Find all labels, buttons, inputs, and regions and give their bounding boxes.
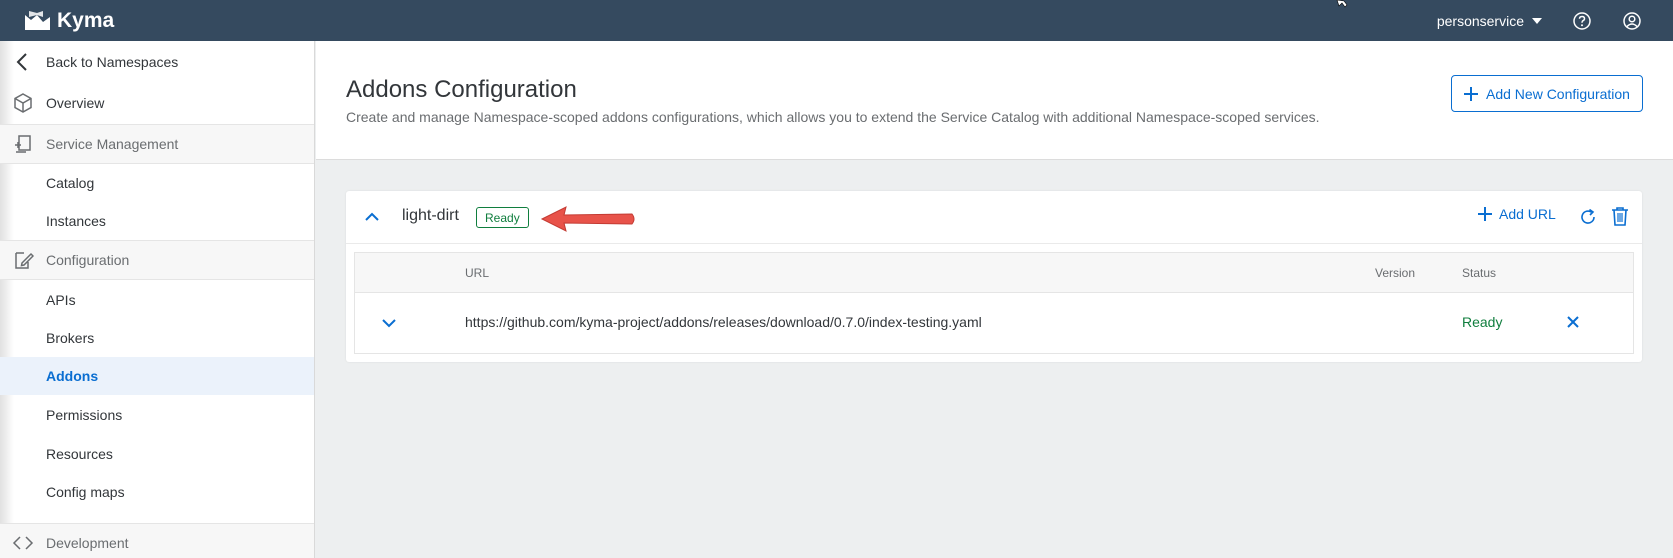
back-to-namespaces-link[interactable]: Back to Namespaces	[0, 41, 314, 82]
chevron-left-icon	[16, 52, 27, 71]
sidebar-item-addons[interactable]: Addons	[0, 357, 314, 395]
sidebar-item-label: Overview	[46, 95, 105, 111]
column-header-status: Status	[1462, 266, 1497, 280]
sidebar: Back to Namespaces Overview Service Mana…	[0, 41, 315, 558]
brand-title: Kyma	[57, 8, 115, 32]
sidebar-item-permissions[interactable]: Permissions	[0, 396, 314, 434]
column-header-version: Version	[1375, 266, 1416, 280]
refresh-icon[interactable]	[1578, 207, 1598, 227]
sidebar-item-label: Addons	[46, 368, 99, 384]
add-new-configuration-label: Add New Configuration	[1486, 85, 1630, 102]
table-row: https://github.com/kyma-project/addons/r…	[355, 293, 1633, 353]
edit-document-icon	[15, 252, 34, 269]
service-management-icon	[15, 135, 31, 153]
sidebar-item-label: APIs	[46, 291, 76, 308]
overview-icon	[14, 93, 32, 113]
chevron-down-icon[interactable]	[379, 313, 399, 333]
plus-icon	[1478, 207, 1492, 221]
sidebar-group-service-management[interactable]: Service Management	[0, 124, 314, 164]
column-header-url: URL	[465, 266, 490, 280]
configuration-name: light-dirt	[402, 207, 459, 224]
page-description: Create and manage Namespace-scoped addon…	[346, 109, 1320, 125]
plus-icon	[1464, 86, 1478, 101]
annotation-arrow-icon	[540, 206, 635, 232]
table-header: URL Version Status	[355, 253, 1633, 293]
add-new-configuration-button[interactable]: Add New Configuration	[1451, 75, 1643, 112]
mouse-cursor-icon	[1336, 0, 1348, 8]
chevron-up-icon[interactable]	[362, 207, 382, 227]
sidebar-group-label: Configuration	[46, 252, 130, 268]
sidebar-group-label: Service Management	[46, 136, 179, 152]
sidebar-item-brokers[interactable]: Brokers	[0, 319, 314, 357]
sidebar-item-label: Catalog	[46, 175, 95, 191]
sidebar-item-label: Config maps	[46, 484, 125, 500]
shell-bar: Kyma personservice	[0, 0, 1673, 41]
sidebar-item-overview[interactable]: Overview	[0, 82, 314, 124]
page-header: Addons Configuration Create and manage N…	[316, 41, 1673, 160]
help-icon[interactable]	[1572, 11, 1592, 31]
sidebar-item-label: Resources	[46, 445, 113, 462]
trash-icon[interactable]	[1610, 206, 1630, 227]
sidebar-item-apis[interactable]: APIs	[0, 280, 314, 319]
chevron-down-icon	[1532, 17, 1542, 24]
status-badge: Ready	[476, 207, 529, 228]
sidebar-item-label: Brokers	[46, 330, 95, 346]
configuration-panel-header: light-dirt Ready Add URL	[346, 191, 1642, 244]
sidebar-group-label: Development	[46, 535, 129, 551]
user-account-icon[interactable]	[1622, 11, 1642, 31]
back-label: Back to Namespaces	[46, 53, 179, 70]
configuration-panel: light-dirt Ready Add URL URL Version Sta…	[346, 191, 1642, 362]
sidebar-item-label: Permissions	[46, 407, 123, 423]
add-url-label: Add URL	[1499, 206, 1556, 222]
add-url-button[interactable]: Add URL	[1478, 206, 1556, 222]
sidebar-group-configuration[interactable]: Configuration	[0, 240, 314, 280]
sidebar-group-development[interactable]: Development	[0, 523, 314, 558]
sidebar-item-catalog[interactable]: Catalog	[0, 164, 314, 202]
sidebar-item-label: Instances	[46, 213, 106, 229]
kyma-logo-icon	[25, 10, 50, 30]
sidebar-item-instances[interactable]: Instances	[0, 202, 314, 240]
page-title: Addons Configuration	[346, 76, 577, 103]
sidebar-item-config-maps[interactable]: Config maps	[0, 473, 314, 511]
url-table: URL Version Status https://github.com/ky…	[354, 252, 1634, 354]
close-icon[interactable]	[1565, 314, 1581, 330]
sidebar-item-resources[interactable]: Resources	[0, 434, 314, 473]
row-status: Ready	[1462, 314, 1503, 330]
namespace-label: personservice	[1436, 12, 1524, 29]
code-brackets-icon	[12, 536, 34, 550]
addon-url: https://github.com/kyma-project/addons/r…	[465, 314, 982, 330]
brand[interactable]: Kyma	[25, 9, 114, 33]
namespace-dropdown[interactable]: personservice	[1437, 13, 1542, 29]
